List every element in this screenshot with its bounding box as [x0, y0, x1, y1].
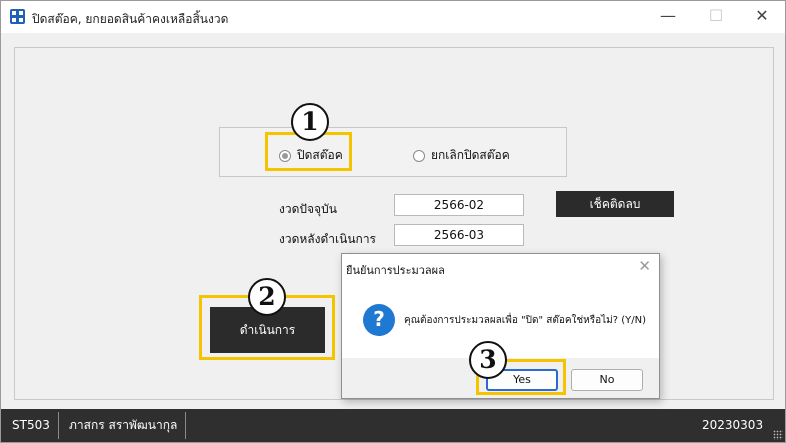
current-period-label: งวดปัจจุบัน	[279, 202, 337, 216]
status-bar: ST503 ภาสกร สราพัฒนากุล 20230303	[1, 409, 785, 442]
radio-cancel-close-stock-label: ยกเลิกปิดสต๊อค	[431, 148, 510, 162]
close-button[interactable]: ✕	[739, 1, 785, 33]
status-divider	[58, 412, 59, 439]
step-2-marker: 2	[248, 278, 286, 316]
next-period-label: งวดหลังดำเนินการ	[279, 232, 377, 246]
app-window: ปิดสต๊อค, ยกยอดสินค้าคงเหลือสิ้นงวด — ☐ …	[0, 0, 786, 443]
question-icon: ?	[363, 304, 395, 336]
check-negative-button[interactable]: เช็คติดลบ	[556, 191, 674, 217]
next-period-field: 2566-03	[394, 224, 524, 246]
title-bar: ปิดสต๊อค, ยกยอดสินค้าคงเหลือสิ้นงวด — ☐ …	[1, 1, 785, 33]
status-code: ST503	[12, 418, 50, 432]
step-1-marker: 1	[291, 103, 329, 141]
radio-cancel-close-stock[interactable]: ยกเลิกปิดสต๊อค	[413, 146, 510, 165]
maximize-button: ☐	[708, 6, 724, 25]
status-date: 20230303	[702, 418, 764, 432]
dialog-close-icon[interactable]: ✕	[638, 257, 651, 275]
grid-app-icon	[10, 9, 25, 24]
no-button[interactable]: No	[571, 369, 643, 391]
status-user: ภาสกร สราพัฒนากุล	[69, 418, 178, 432]
dialog-title: ยืนยันการประมวลผล	[346, 264, 445, 277]
dialog-message: คุณต้องการประมวลผลเพื่อ "ปิด" สต๊อคใช่หร…	[404, 315, 647, 326]
radio-unchecked-icon	[413, 149, 425, 162]
minimize-button[interactable]: —	[645, 1, 691, 33]
current-period-field: 2566-02	[394, 194, 524, 216]
resize-grip-icon[interactable]	[773, 430, 783, 440]
step-3-marker: 3	[469, 341, 507, 379]
window-title: ปิดสต๊อค, ยกยอดสินค้าคงเหลือสิ้นงวด	[32, 12, 229, 26]
status-divider	[185, 412, 186, 439]
